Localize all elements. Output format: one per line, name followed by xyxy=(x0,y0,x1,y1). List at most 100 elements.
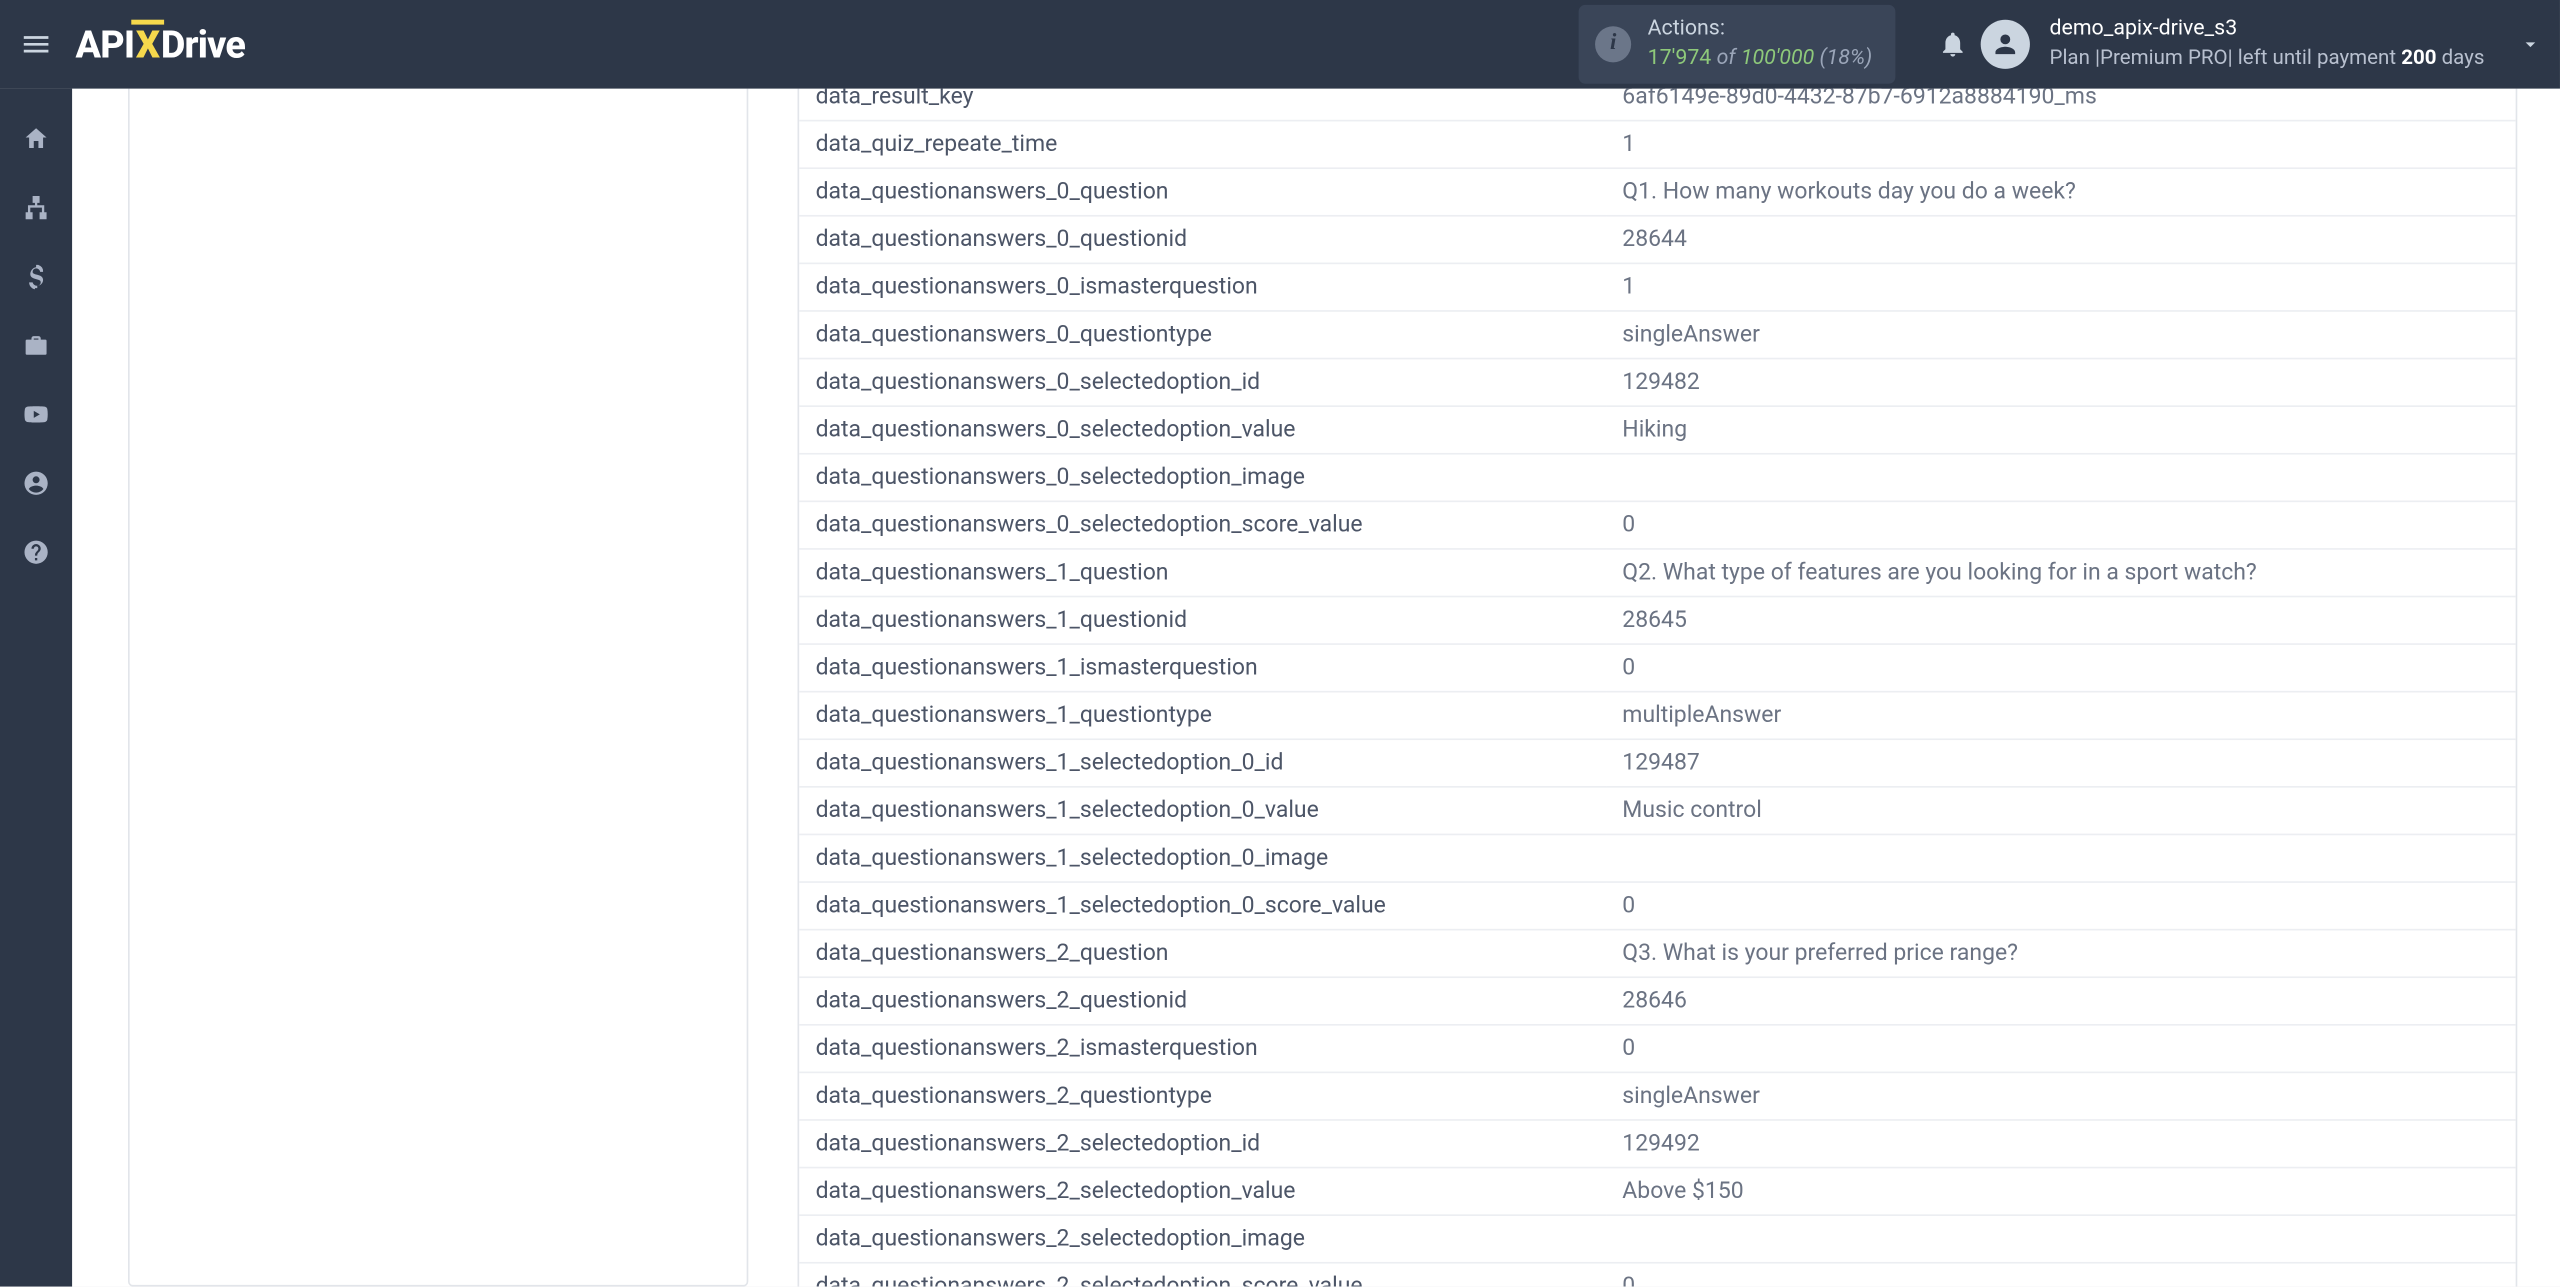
field-value: Q3. What is your preferred price range? xyxy=(1606,930,2516,978)
field-value: 0 xyxy=(1606,644,2516,692)
info-icon: i xyxy=(1595,26,1631,62)
field-key: data_questionanswers_2_questionid xyxy=(799,977,1606,1025)
field-value: Music control xyxy=(1606,787,2516,835)
brand-x: X xyxy=(134,22,161,66)
field-value: 0 xyxy=(1606,501,2516,549)
table-row: data_questionanswers_0_selectedoption_im… xyxy=(799,454,2515,502)
field-value: Hiking xyxy=(1606,406,2516,454)
brand-logo[interactable]: APIXDrive xyxy=(75,22,245,66)
field-value: 1 xyxy=(1606,263,2516,311)
table-row: data_questionanswers_1_questionQ2. What … xyxy=(799,549,2515,597)
field-value: 28644 xyxy=(1606,216,2516,264)
brand-part2: Drive xyxy=(161,22,245,66)
sidebar-item-help[interactable] xyxy=(0,519,72,585)
field-value: 0 xyxy=(1606,882,2516,930)
field-key: data_questionanswers_1_ismasterquestion xyxy=(799,644,1606,692)
briefcase-icon xyxy=(21,331,51,359)
field-key: data_questionanswers_1_selectedoption_0_… xyxy=(799,834,1606,882)
table-row: data_questionanswers_2_selectedoption_id… xyxy=(799,1120,2515,1168)
username: demo_apix-drive_s3 xyxy=(2050,15,2485,45)
field-value: 6af6149e-89d0-4432-87b7-6912a8884190_ms xyxy=(1606,89,2516,121)
field-value: 28646 xyxy=(1606,977,2516,1025)
table-row: data_questionanswers_1_ismasterquestion0 xyxy=(799,644,2515,692)
table-row: data_questionanswers_0_ismasterquestion1 xyxy=(799,263,2515,311)
field-key: data_questionanswers_1_questiontype xyxy=(799,692,1606,740)
notifications-button[interactable] xyxy=(1925,30,1981,60)
field-value: 129482 xyxy=(1606,359,2516,407)
user-icon xyxy=(1990,30,2020,60)
dollar-icon xyxy=(21,262,51,290)
bell-icon xyxy=(1938,30,1968,60)
field-value: multipleAnswer xyxy=(1606,692,2516,740)
actions-label: Actions: xyxy=(1648,16,1873,45)
topbar: APIXDrive i Actions: 17'974 of 100'000 (… xyxy=(0,0,2560,89)
table-row: data_questionanswers_2_selectedoption_va… xyxy=(799,1168,2515,1216)
field-value: singleAnswer xyxy=(1606,1072,2516,1120)
field-key: data_questionanswers_2_selectedoption_im… xyxy=(799,1215,1606,1263)
table-row: data_questionanswers_0_questionid28644 xyxy=(799,216,2515,264)
field-key: data_questionanswers_0_question xyxy=(799,168,1606,216)
user-menu[interactable]: demo_apix-drive_s3 Plan |Premium PRO| le… xyxy=(1981,15,2485,74)
table-row: data_questionanswers_2_questiontypesingl… xyxy=(799,1072,2515,1120)
field-value: Q2. What type of features are you lookin… xyxy=(1606,549,2516,597)
sidebar-item-tools[interactable] xyxy=(0,312,72,378)
field-key: data_quiz_repeate_time xyxy=(799,121,1606,169)
sidebar-item-account[interactable] xyxy=(0,450,72,516)
sidebar xyxy=(0,89,72,1287)
data-table: data_result_key6af6149e-89d0-4432-87b7-6… xyxy=(799,89,2515,1287)
field-key: data_result_key xyxy=(799,89,1606,121)
field-key: data_questionanswers_0_selectedoption_id xyxy=(799,359,1606,407)
field-value xyxy=(1606,834,2516,882)
actions-counter[interactable]: i Actions: 17'974 of 100'000 (18%) xyxy=(1579,6,1896,83)
field-key: data_questionanswers_0_questionid xyxy=(799,216,1606,264)
sidebar-item-home[interactable] xyxy=(0,105,72,171)
table-row: data_questionanswers_1_questiontypemulti… xyxy=(799,692,2515,740)
sidebar-item-billing[interactable] xyxy=(0,243,72,309)
actions-current: 17'974 xyxy=(1648,46,1712,71)
field-value: 0 xyxy=(1606,1263,2516,1287)
user-circle-icon xyxy=(21,469,51,497)
table-row: data_questionanswers_0_questionQ1. How m… xyxy=(799,168,2515,216)
field-key: data_questionanswers_2_selectedoption_id xyxy=(799,1120,1606,1168)
sidebar-item-video[interactable] xyxy=(0,381,72,447)
sidebar-item-connections[interactable] xyxy=(0,174,72,240)
field-value: 1 xyxy=(1606,121,2516,169)
chevron-down-icon xyxy=(2519,33,2542,56)
table-row: data_quiz_repeate_time1 xyxy=(799,121,2515,169)
field-key: data_questionanswers_2_question xyxy=(799,930,1606,978)
sitemap-icon xyxy=(21,193,51,221)
left-panel xyxy=(128,89,748,1287)
help-icon xyxy=(21,537,51,565)
home-icon xyxy=(21,124,51,152)
user-menu-caret[interactable] xyxy=(2501,33,2560,56)
field-key: data_questionanswers_2_questiontype xyxy=(799,1072,1606,1120)
field-key: data_questionanswers_0_selectedoption_im… xyxy=(799,454,1606,502)
field-value: singleAnswer xyxy=(1606,311,2516,359)
menu-toggle[interactable] xyxy=(0,28,72,61)
youtube-icon xyxy=(21,400,51,428)
table-row: data_questionanswers_1_questionid28645 xyxy=(799,597,2515,645)
table-row: data_questionanswers_1_selectedoption_0_… xyxy=(799,739,2515,787)
field-key: data_questionanswers_2_selectedoption_sc… xyxy=(799,1263,1606,1287)
table-row: data_questionanswers_0_selectedoption_va… xyxy=(799,406,2515,454)
field-value: 28645 xyxy=(1606,597,2516,645)
field-value: Above $150 xyxy=(1606,1168,2516,1216)
table-row: data_questionanswers_2_selectedoption_sc… xyxy=(799,1263,2515,1287)
field-value: 129487 xyxy=(1606,739,2516,787)
field-value: 129492 xyxy=(1606,1120,2516,1168)
field-value: Q1. How many workouts day you do a week? xyxy=(1606,168,2516,216)
table-row: data_questionanswers_1_selectedoption_0_… xyxy=(799,834,2515,882)
table-row: data_questionanswers_2_questionQ3. What … xyxy=(799,930,2515,978)
plan-line: Plan |Premium PRO| left until payment 20… xyxy=(2050,45,2485,74)
actions-text: Actions: 17'974 of 100'000 (18%) xyxy=(1648,16,1873,74)
data-panel: data_result_key6af6149e-89d0-4432-87b7-6… xyxy=(798,89,2518,1287)
table-row: data_questionanswers_0_selectedoption_sc… xyxy=(799,501,2515,549)
actions-values: 17'974 of 100'000 (18%) xyxy=(1648,44,1873,73)
field-key: data_questionanswers_0_selectedoption_va… xyxy=(799,406,1606,454)
field-key: data_questionanswers_1_questionid xyxy=(799,597,1606,645)
table-row: data_result_key6af6149e-89d0-4432-87b7-6… xyxy=(799,89,2515,121)
avatar xyxy=(1981,20,2030,69)
field-key: data_questionanswers_1_selectedoption_0_… xyxy=(799,882,1606,930)
field-key: data_questionanswers_0_ismasterquestion xyxy=(799,263,1606,311)
brand-part1: API xyxy=(75,22,134,66)
